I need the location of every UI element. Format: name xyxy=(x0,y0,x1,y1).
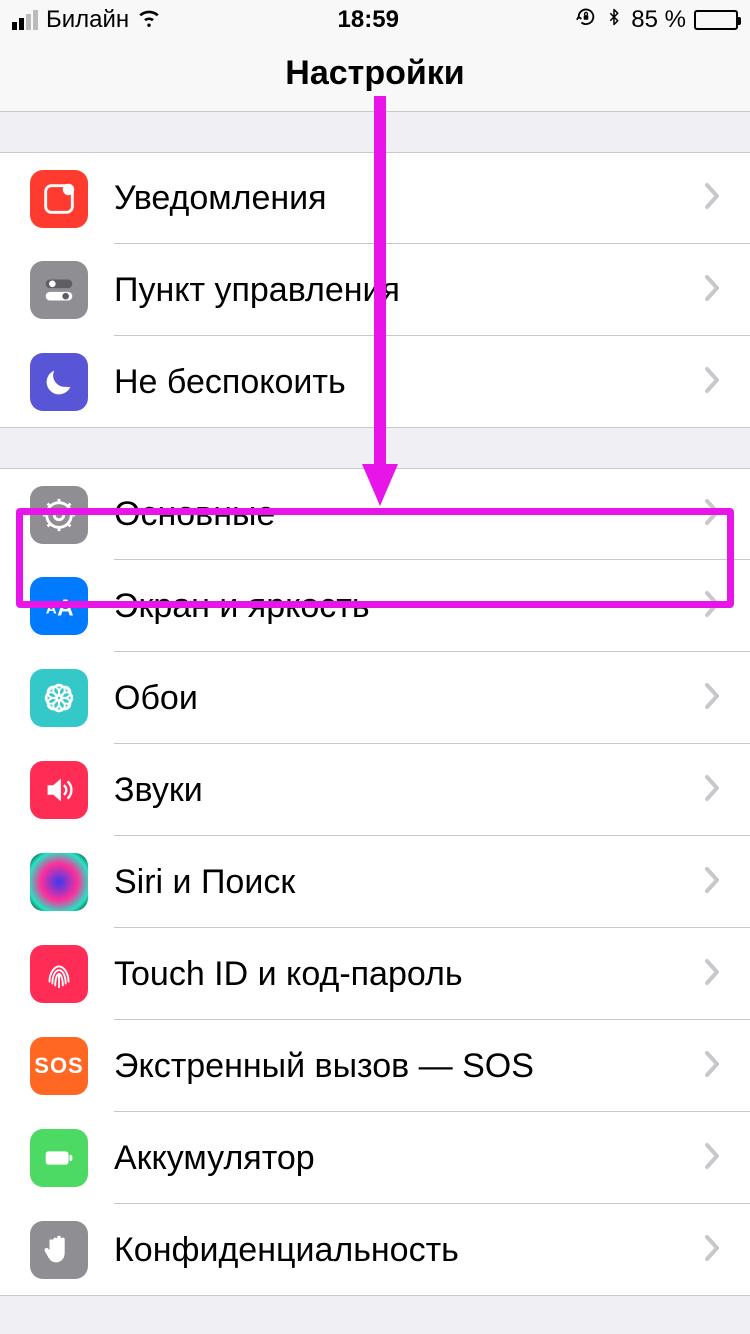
chevron-right-icon xyxy=(704,774,720,807)
wallpaper-row[interactable]: Обои xyxy=(0,652,750,744)
sounds-label: Звуки xyxy=(114,771,704,810)
carrier-label: Билайн xyxy=(46,6,129,34)
wifi-icon xyxy=(137,5,161,35)
gear-icon xyxy=(30,486,88,544)
settings-group-2: Основные AA Экран и яркость Обои Звуки S… xyxy=(0,468,750,1296)
battery-percent: 85 % xyxy=(631,6,686,34)
wallpaper-icon xyxy=(30,669,88,727)
siri-row[interactable]: Siri и Поиск xyxy=(0,836,750,928)
sos-icon: SOS xyxy=(30,1037,88,1095)
chevron-right-icon xyxy=(704,366,720,399)
general-row[interactable]: Основные xyxy=(0,468,750,560)
display-label: Экран и яркость xyxy=(114,587,704,626)
display-icon: AA xyxy=(30,577,88,635)
chevron-right-icon xyxy=(704,1142,720,1175)
settings-group-1: Уведомления Пункт управления Не беспокои… xyxy=(0,152,750,428)
chevron-right-icon xyxy=(704,682,720,715)
svg-text:A: A xyxy=(57,595,73,621)
sos-icon-text: SOS xyxy=(34,1053,83,1079)
control-center-row[interactable]: Пункт управления xyxy=(0,244,750,336)
battery-row[interactable]: Аккумулятор xyxy=(0,1112,750,1204)
bluetooth-icon xyxy=(605,6,623,35)
wallpaper-label: Обои xyxy=(114,679,704,718)
page-title: Настройки xyxy=(0,40,750,112)
sounds-row[interactable]: Звуки xyxy=(0,744,750,836)
hand-icon xyxy=(30,1221,88,1279)
svg-text:A: A xyxy=(46,601,57,618)
notifications-icon xyxy=(30,170,88,228)
orientation-lock-icon xyxy=(575,6,597,35)
chevron-right-icon xyxy=(704,958,720,991)
battery-row-icon xyxy=(30,1129,88,1187)
control-center-label: Пункт управления xyxy=(114,271,704,310)
speaker-icon xyxy=(30,761,88,819)
sos-row[interactable]: SOS Экстренный вызов — SOS xyxy=(0,1020,750,1112)
chevron-right-icon xyxy=(704,274,720,307)
chevron-right-icon xyxy=(704,1234,720,1267)
status-left: Билайн xyxy=(12,5,161,35)
fingerprint-icon xyxy=(30,945,88,1003)
clock: 18:59 xyxy=(338,6,399,34)
dnd-label: Не беспокоить xyxy=(114,363,704,402)
notifications-label: Уведомления xyxy=(114,179,704,218)
battery-label: Аккумулятор xyxy=(114,1139,704,1178)
chevron-right-icon xyxy=(704,498,720,531)
moon-icon xyxy=(30,353,88,411)
control-center-icon xyxy=(30,261,88,319)
chevron-right-icon xyxy=(704,1050,720,1083)
privacy-row[interactable]: Конфиденциальность xyxy=(0,1204,750,1296)
siri-label: Siri и Поиск xyxy=(114,863,704,902)
general-label: Основные xyxy=(114,495,704,534)
chevron-right-icon xyxy=(704,590,720,623)
status-bar: Билайн 18:59 85 % xyxy=(0,0,750,40)
notifications-row[interactable]: Уведомления xyxy=(0,152,750,244)
sos-label: Экстренный вызов — SOS xyxy=(114,1047,704,1086)
dnd-row[interactable]: Не беспокоить xyxy=(0,336,750,428)
siri-icon xyxy=(30,853,88,911)
display-brightness-row[interactable]: AA Экран и яркость xyxy=(0,560,750,652)
signal-icon xyxy=(12,10,38,30)
battery-icon xyxy=(694,10,738,30)
privacy-label: Конфиденциальность xyxy=(114,1231,704,1270)
touchid-label: Touch ID и код-пароль xyxy=(114,955,704,994)
touchid-row[interactable]: Touch ID и код-пароль xyxy=(0,928,750,1020)
status-right: 85 % xyxy=(575,6,738,35)
chevron-right-icon xyxy=(704,866,720,899)
chevron-right-icon xyxy=(704,182,720,215)
